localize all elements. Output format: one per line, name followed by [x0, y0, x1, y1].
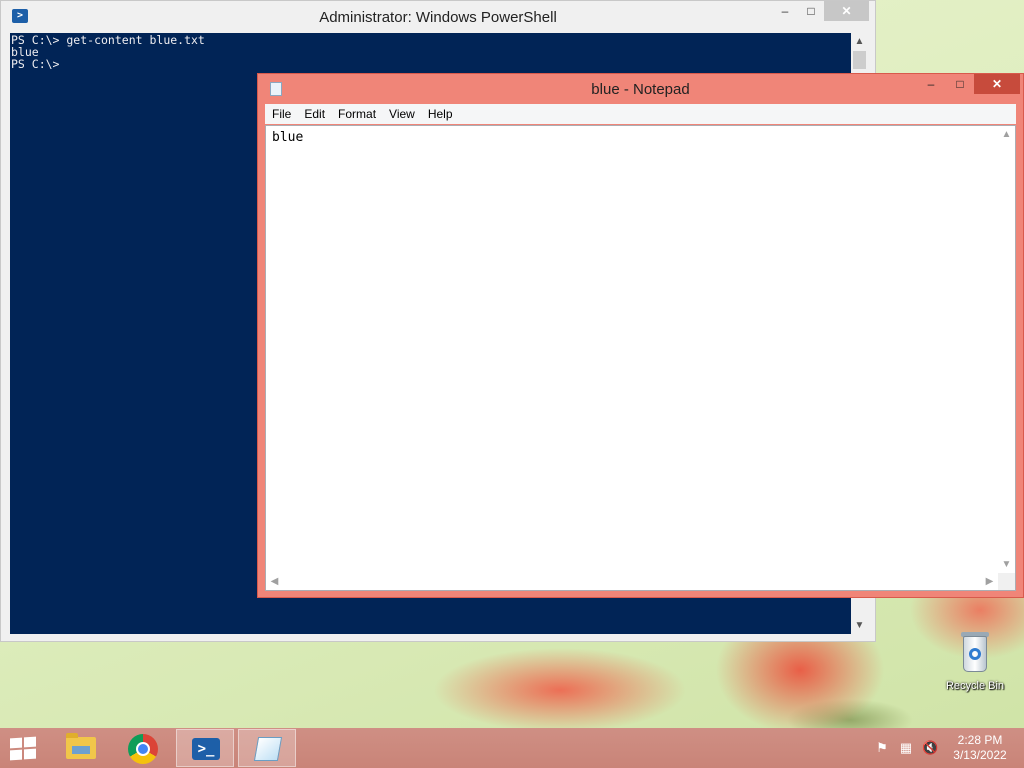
clock-time: 2:28 PM [957, 733, 1003, 747]
minimize-button[interactable]: – [772, 1, 798, 21]
notepad-menubar: File Edit Format View Help [265, 104, 1016, 124]
taskbar-file-explorer[interactable] [52, 729, 110, 767]
taskbar-notepad[interactable] [238, 729, 296, 767]
console-line: blue [11, 45, 39, 59]
maximize-button[interactable]: □ [798, 1, 824, 21]
menu-help[interactable]: Help [421, 104, 459, 121]
menu-format[interactable]: Format [331, 104, 382, 121]
powershell-titlebar[interactable]: > Administrator: Windows PowerShell – □ … [1, 1, 875, 33]
scroll-down-arrow-icon[interactable]: ▼ [998, 556, 1015, 573]
menu-edit[interactable]: Edit [297, 104, 331, 121]
taskbar-clock[interactable]: 2:28 PM 3/13/2022 [944, 733, 1016, 763]
scroll-down-arrow-icon[interactable]: ▼ [851, 617, 868, 634]
scroll-up-arrow-icon[interactable]: ▲ [851, 33, 868, 50]
notepad-title: blue - Notepad [591, 81, 690, 98]
recycle-bin[interactable]: Recycle Bin [940, 630, 1010, 692]
scroll-right-arrow-icon[interactable]: ▶ [981, 573, 998, 590]
network-icon[interactable]: ▦ [898, 740, 914, 756]
taskbar: >_ ⚑ ▦ 🔇 2:28 PM 3/13/2022 [0, 728, 1024, 768]
console-line: PS C:\> [11, 57, 60, 71]
taskbar-powershell[interactable]: >_ [176, 729, 234, 767]
close-button[interactable]: ✕ [824, 1, 869, 21]
recycle-bin-label[interactable]: Recycle Bin [940, 680, 1010, 692]
action-center-flag-icon[interactable]: ⚑ [874, 740, 890, 756]
notepad-window[interactable]: blue - Notepad – □ ✕ File Edit Format View H… [257, 73, 1024, 598]
volume-muted-icon[interactable]: 🔇 [922, 740, 938, 756]
clock-date: 3/13/2022 [953, 748, 1007, 762]
notepad-content[interactable]: blue [272, 130, 303, 145]
scroll-up-arrow-icon[interactable]: ▲ [998, 126, 1015, 143]
taskbar-chrome[interactable] [114, 729, 172, 767]
notepad-text-area[interactable]: blue ▲ ▼ ◀ ▶ [265, 125, 1016, 591]
file-explorer-icon [66, 733, 96, 759]
minimize-button[interactable]: – [918, 74, 944, 94]
recycle-bin-icon[interactable] [960, 630, 990, 672]
menu-file[interactable]: File [265, 104, 297, 121]
close-button[interactable]: ✕ [974, 74, 1020, 94]
console-line: PS C:\> get-content blue.txt [11, 33, 205, 47]
scroll-left-arrow-icon[interactable]: ◀ [266, 573, 283, 590]
notepad-horizontal-scrollbar[interactable]: ◀ ▶ [266, 573, 998, 590]
resize-grip-icon[interactable] [998, 573, 1015, 590]
powershell-title: Administrator: Windows PowerShell [319, 9, 557, 26]
maximize-button[interactable]: □ [947, 74, 973, 94]
start-icon[interactable] [10, 736, 38, 762]
notepad-icon [253, 737, 283, 761]
menu-view[interactable]: View [382, 104, 421, 121]
notepad-vertical-scrollbar[interactable]: ▲ ▼ [998, 126, 1015, 573]
powershell-icon: >_ [192, 738, 220, 760]
chrome-icon [128, 734, 158, 764]
scrollbar-thumb[interactable] [853, 51, 866, 69]
